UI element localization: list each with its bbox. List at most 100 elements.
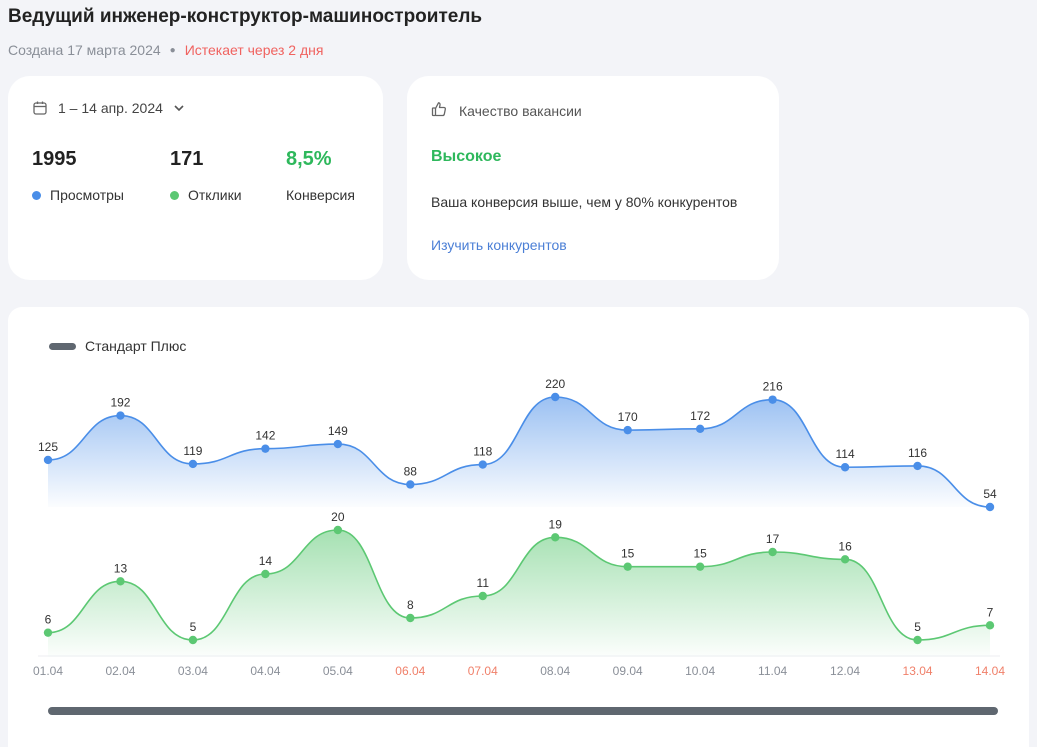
stats-card: 1 – 14 апр. 2024 1995 Просмотры 171 Откл… <box>8 76 383 280</box>
x-tick-label: 03.04 <box>178 664 208 678</box>
x-tick-label: 02.04 <box>105 664 135 678</box>
separator-dot: ● <box>169 44 176 56</box>
conversion-legend: Конверсия <box>286 187 355 203</box>
chart-card: Стандарт Плюс 125 192 119 142 149 88 118 220 170… <box>8 307 1029 747</box>
responses-data-label: 8 <box>407 598 414 612</box>
views-stat: 1995 Просмотры <box>32 148 124 203</box>
views-point[interactable] <box>768 395 777 404</box>
x-tick-label: 12.04 <box>830 664 860 678</box>
views-point[interactable] <box>478 460 487 469</box>
responses-point[interactable] <box>406 613 415 623</box>
conversion-label: Конверсия <box>286 187 355 203</box>
responses-point[interactable] <box>551 533 560 542</box>
x-tick-label: 14.04 <box>975 664 1005 678</box>
views-bullet <box>32 190 41 200</box>
quality-header-label: Качество вакансии <box>459 102 582 119</box>
views-point[interactable] <box>188 459 198 469</box>
responses-data-label: 20 <box>331 510 345 524</box>
responses-point[interactable] <box>985 621 995 630</box>
views-point[interactable] <box>623 425 632 435</box>
conversion-value: 8,5% <box>286 148 332 170</box>
responses-data-label: 16 <box>838 539 852 553</box>
responses-data-label: 17 <box>766 532 780 546</box>
responses-bullet <box>170 190 179 200</box>
x-tick-label: 07.04 <box>468 664 498 678</box>
responses-point[interactable] <box>768 547 777 557</box>
quality-header: Качество вакансии <box>431 101 582 120</box>
views-point[interactable] <box>333 439 343 449</box>
views-data-label: 88 <box>404 464 418 478</box>
views-label: Просмотры <box>50 187 124 203</box>
views-data-label: 149 <box>328 424 348 438</box>
responses-point[interactable] <box>333 525 343 535</box>
x-tick-label: 08.04 <box>540 664 570 678</box>
views-data-label: 192 <box>110 396 130 410</box>
study-competitors-link[interactable]: Изучить конкурентов <box>431 237 567 253</box>
responses-point[interactable] <box>623 562 632 571</box>
views-point[interactable] <box>261 444 270 453</box>
expiry-status: Истекает через 2 дня <box>184 42 324 58</box>
calendar-icon <box>32 100 48 116</box>
views-data-label: 54 <box>983 487 997 501</box>
responses-data-label: 5 <box>190 620 197 634</box>
x-tick-label: 13.04 <box>903 664 933 678</box>
chart-scrollbar[interactable] <box>48 707 998 715</box>
responses-point[interactable] <box>188 635 198 645</box>
x-tick-label: 06.04 <box>395 664 425 678</box>
quality-description: Ваша конверсия выше, чем у 80% конкурент… <box>431 194 738 210</box>
responses-legend: Отклики <box>170 187 242 203</box>
views-point[interactable] <box>913 461 922 471</box>
views-data-label: 119 <box>183 444 202 458</box>
views-data-label: 170 <box>618 410 638 424</box>
views-point[interactable] <box>43 455 53 465</box>
x-tick-label: 01.04 <box>33 664 63 678</box>
views-point[interactable] <box>695 424 705 434</box>
responses-data-label: 11 <box>477 576 490 590</box>
views-point[interactable] <box>551 392 560 402</box>
views-data-label: 216 <box>763 380 783 394</box>
responses-value: 171 <box>170 148 204 170</box>
views-legend: Просмотры <box>32 187 124 203</box>
responses-point[interactable] <box>478 591 487 601</box>
responses-data-label: 7 <box>987 605 994 619</box>
responses-point[interactable] <box>116 577 125 586</box>
views-point[interactable] <box>985 502 995 512</box>
views-point[interactable] <box>116 411 125 420</box>
views-point[interactable] <box>406 480 415 489</box>
created-date: Создана 17 марта 2024 <box>8 42 161 58</box>
responses-label: Отклики <box>188 187 242 203</box>
x-tick-label: 09.04 <box>613 664 643 678</box>
views-point[interactable] <box>840 463 850 472</box>
responses-data-label: 13 <box>114 561 128 575</box>
date-range-selector[interactable]: 1 – 14 апр. 2024 <box>32 100 185 116</box>
page-title: Ведущий инженер-конструктор-машиностроит… <box>8 6 483 27</box>
x-tick-label: 05.04 <box>323 664 353 678</box>
views-value: 1995 <box>32 148 77 170</box>
x-tick-label: 04.04 <box>250 664 280 678</box>
views-data-label: 116 <box>908 446 927 460</box>
responses-point[interactable] <box>840 555 850 564</box>
daily-stats-chart: 125 192 119 142 149 88 11 8 220 170 172 216 114 116 54… <box>33 377 1005 678</box>
responses-data-label: 15 <box>693 547 707 561</box>
responses-data-label: 5 <box>914 620 921 634</box>
responses-data-label: 19 <box>549 517 563 531</box>
responses-data-label: 14 <box>259 554 273 568</box>
responses-data-label: 15 <box>621 547 635 561</box>
views-data-label: 172 <box>690 409 710 423</box>
views-data-label: 125 <box>38 440 58 454</box>
responses-point[interactable] <box>913 635 922 645</box>
views-data-label: 220 <box>545 377 565 391</box>
x-tick-label: 10.04 <box>685 664 715 678</box>
responses-data-label: 6 <box>45 613 52 627</box>
responses-point[interactable] <box>43 628 53 637</box>
responses-stat: 171 Отклики <box>170 148 242 203</box>
chevron-down-icon <box>173 102 185 114</box>
date-range-label: 1 – 14 апр. 2024 <box>58 100 163 116</box>
responses-point[interactable] <box>695 562 705 571</box>
responses-point[interactable] <box>261 569 270 579</box>
x-tick-label: 11.04 <box>758 664 787 678</box>
views-data-label: 142 <box>255 429 275 443</box>
conversion-stat: 8,5% Конверсия <box>286 148 355 203</box>
quality-card: Качество вакансии Высокое Ваша конверсия… <box>407 76 779 280</box>
views-data-label: 114 <box>836 447 855 461</box>
